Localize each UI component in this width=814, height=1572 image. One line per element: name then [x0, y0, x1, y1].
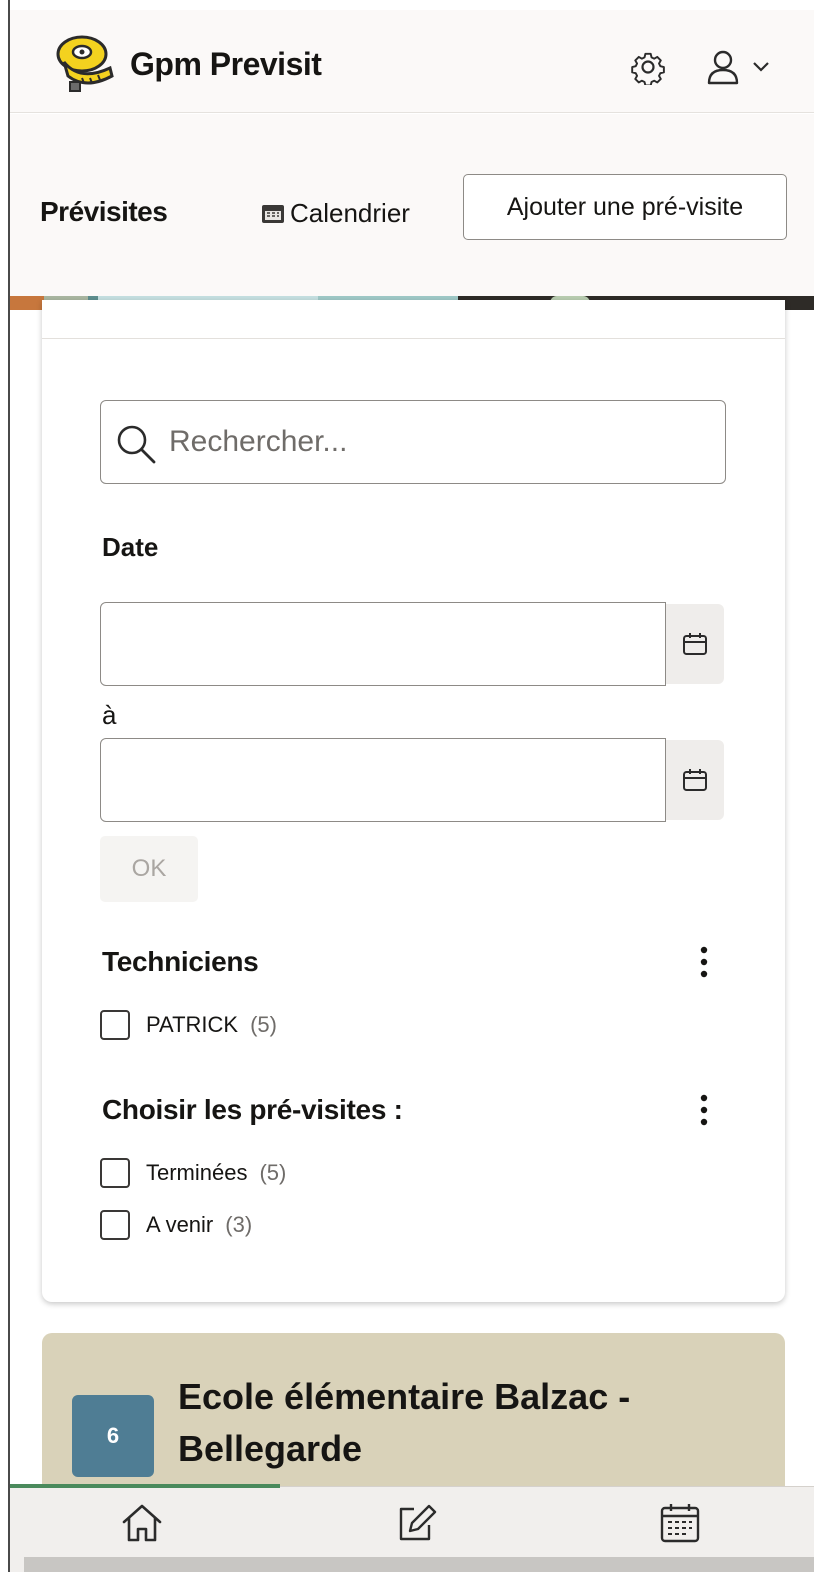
app-title: Gpm Previsit	[130, 46, 322, 82]
checkbox[interactable]	[100, 1158, 130, 1188]
system-bar	[24, 1557, 814, 1572]
user-icon[interactable]	[706, 49, 740, 85]
calendar-icon[interactable]	[658, 1501, 702, 1545]
date-filter-label: Date	[102, 532, 159, 562]
date-to-picker-button[interactable]	[666, 740, 724, 820]
home-icon[interactable]	[120, 1501, 164, 1545]
date-ok-button[interactable]: OK	[100, 836, 198, 902]
page-title: Prévisites	[40, 196, 168, 227]
calendar-link-label: Calendrier	[290, 198, 410, 228]
filter-panel: Date à OK Techniciens PATRICK (5) Choisi…	[42, 300, 785, 1302]
checkbox[interactable]	[100, 1010, 130, 1040]
checkbox[interactable]	[100, 1210, 130, 1240]
app-header: Gpm Previsit	[10, 10, 814, 113]
technicians-facet-title: Techniciens	[102, 946, 259, 977]
option-count: (5)	[250, 1012, 277, 1037]
date-from-picker-button[interactable]	[666, 604, 724, 684]
chevron-down-icon[interactable]	[752, 60, 770, 74]
option-label: Terminées	[146, 1160, 248, 1185]
option-label: PATRICK	[146, 1012, 239, 1037]
add-previsit-button[interactable]: Ajouter une pré-visite	[463, 174, 787, 240]
option-count: (3)	[225, 1212, 253, 1237]
status-facet-title: Choisir les pré-visites :	[102, 1094, 403, 1125]
gear-icon[interactable]	[630, 49, 666, 85]
more-options-icon[interactable]	[692, 1092, 716, 1128]
search-box[interactable]	[100, 400, 726, 484]
calendar-icon	[683, 769, 707, 791]
page-toolbar: Prévisites Calendrier Ajouter une pré-vi…	[10, 114, 814, 300]
status-option-terminees[interactable]: Terminées (5)	[100, 1158, 286, 1188]
option-label: A venir	[146, 1212, 214, 1237]
date-range-separator: à	[102, 700, 117, 730]
panel-divider	[42, 338, 785, 339]
previsit-title[interactable]: Ecole élémentaire Balzac - Bellegarde	[178, 1371, 768, 1475]
active-tab-indicator	[10, 1484, 280, 1488]
count-badge: 6	[72, 1395, 154, 1477]
search-input[interactable]	[169, 413, 709, 471]
technician-option-patrick[interactable]: PATRICK (5)	[100, 1010, 277, 1040]
measuring-tape-icon[interactable]	[54, 32, 116, 94]
calendar-icon	[683, 633, 707, 655]
bottom-navigation	[10, 1484, 814, 1572]
edit-icon[interactable]	[394, 1501, 438, 1545]
calendar-link[interactable]: Calendrier	[260, 198, 410, 229]
date-to-field[interactable]	[100, 738, 666, 822]
more-options-icon[interactable]	[692, 944, 716, 980]
option-count: (5)	[259, 1160, 287, 1185]
date-from-field[interactable]	[100, 602, 666, 686]
status-option-a-venir[interactable]: A venir (3)	[100, 1210, 252, 1240]
calendar-small-icon	[262, 204, 284, 223]
search-icon	[117, 425, 156, 464]
